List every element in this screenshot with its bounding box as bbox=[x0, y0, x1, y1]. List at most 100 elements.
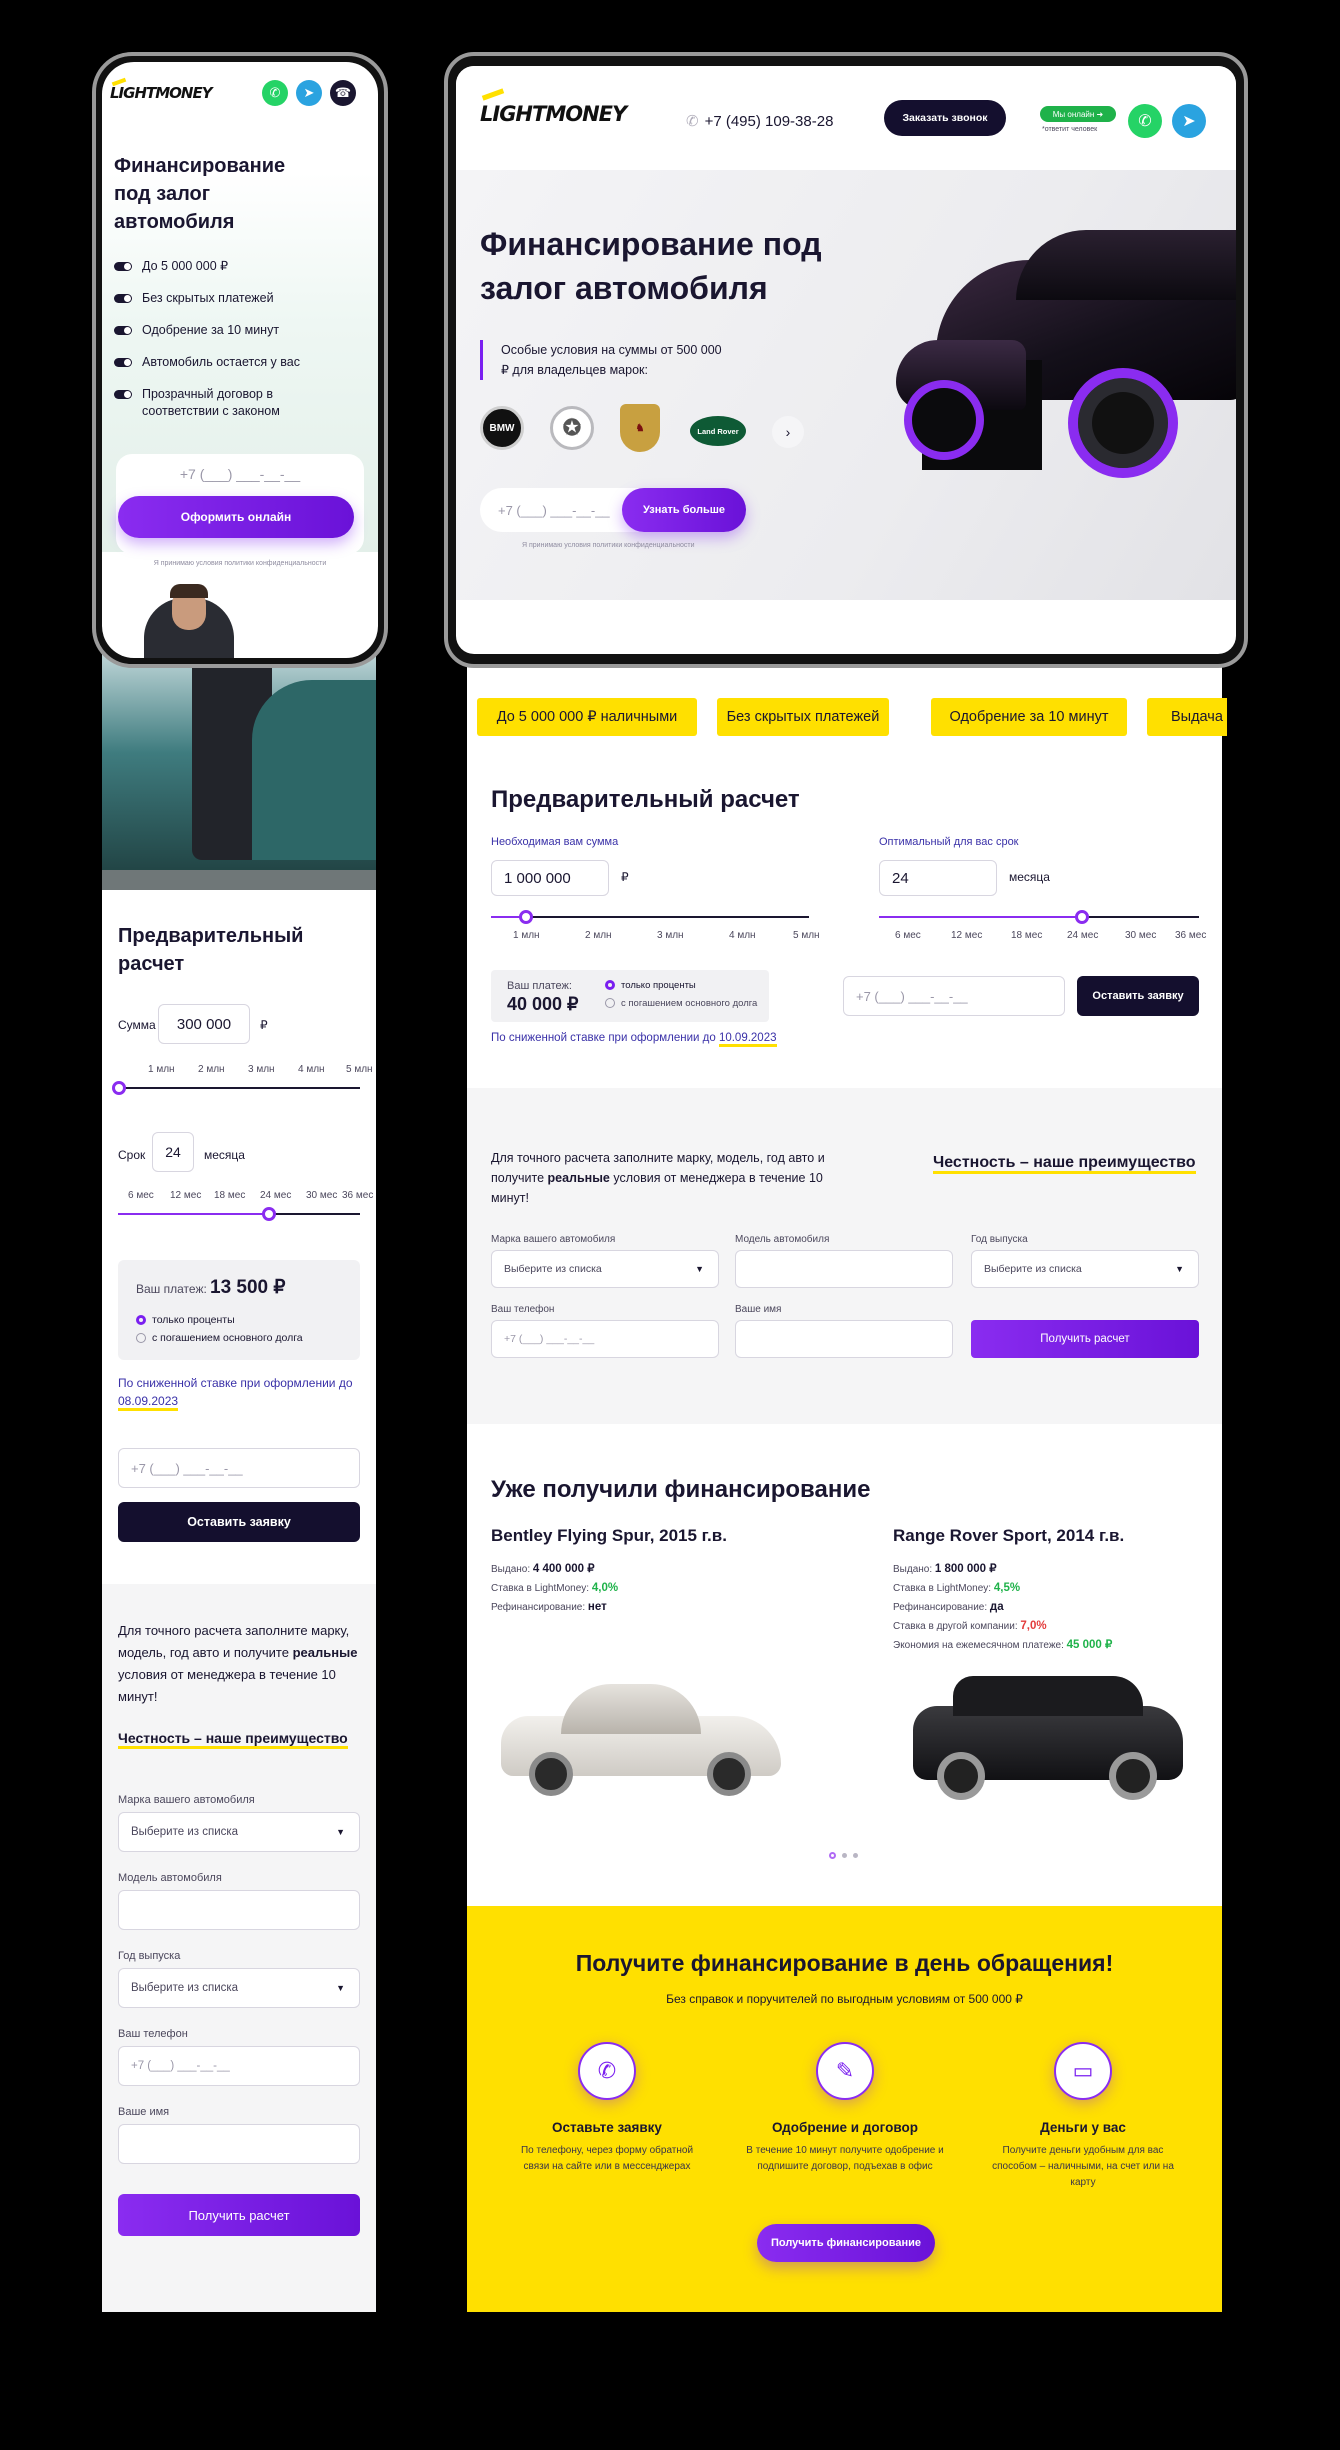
desktop-sum-slider-knob[interactable] bbox=[519, 910, 533, 924]
tablet-screen: LIGHTMONEY ✆ +7 (495) 109-38-28 Заказать … bbox=[456, 66, 1236, 654]
desktop-sum-currency: ₽ bbox=[621, 870, 629, 884]
desktop-submit-button[interactable]: Оставить заявку bbox=[1077, 976, 1199, 1016]
carousel-dots[interactable] bbox=[829, 1852, 858, 1859]
desktop-header: LIGHTMONEY ✆ +7 (495) 109-38-28 Заказать … bbox=[456, 66, 1236, 170]
desktop-term-ticks: 6 мес 12 мес 18 мес 24 мес 30 мес 36 мес bbox=[895, 930, 1207, 941]
mobile-sum-slider-track bbox=[118, 1087, 360, 1089]
desktop-hero: Финансирование под залог автомобиля Особ… bbox=[456, 170, 1236, 600]
mobile-sum-input[interactable]: 300 000 bbox=[158, 1004, 250, 1044]
mobile-feature-list: До 5 000 000 ₽ Без скрытых платежей Одоб… bbox=[114, 258, 364, 420]
toggle-icon bbox=[114, 326, 132, 335]
desktop-radio-principal[interactable]: с погашением основного долга bbox=[605, 998, 757, 1009]
desktop-tel-input[interactable]: +7 (___) ___-__-__ bbox=[491, 1320, 719, 1358]
desktop-sum-input[interactable]: 1 000 000 bbox=[491, 860, 609, 896]
mobile-term-ticks: 6 мес 12 мес 18 мес 24 мес 30 мес 36 мес bbox=[128, 1190, 374, 1201]
desktop-model-label: Модель автомобиля bbox=[735, 1234, 830, 1245]
step-item: ✎ Одобрение и договор В течение 10 минут… bbox=[725, 2042, 965, 2202]
phone-call-icon[interactable]: ☎ bbox=[330, 80, 356, 106]
desktop-hero-title: Финансирование под залог автомобиля bbox=[480, 226, 822, 306]
desktop-phone-number[interactable]: ✆ +7 (495) 109-38-28 bbox=[686, 112, 833, 130]
mobile-payment-box: Ваш платеж: 13 500 ₽ только проценты с п… bbox=[118, 1260, 360, 1360]
desktop-term-slider-fill bbox=[879, 916, 1083, 918]
porsche-logo[interactable]: ♞ bbox=[620, 404, 660, 452]
mobile-term-slider-track bbox=[268, 1213, 360, 1215]
desktop-hero-form: +7 (___) ___-__-__ Узнать больше bbox=[480, 488, 746, 532]
mobile-brand-select[interactable]: Выберите из списка bbox=[118, 1812, 360, 1852]
mobile-phone-input-2[interactable]: +7 (___) ___-__-__ bbox=[118, 1448, 360, 1488]
feature-chip: До 5 000 000 ₽ наличными bbox=[477, 698, 697, 736]
mobile-term-slider-fill bbox=[118, 1213, 268, 1215]
case-title: Range Rover Sport, 2014 г.в. bbox=[893, 1526, 1125, 1545]
step-item: ✆ Оставьте заявку По телефону, через фор… bbox=[487, 2042, 727, 2202]
cases-title: Уже получили финансирование bbox=[491, 1476, 871, 1503]
mobile-term-input[interactable]: 24 bbox=[152, 1132, 194, 1172]
phone-screen: LIGHTMONEY ✆ ➤ ☎ Финансирование под зало… bbox=[102, 62, 378, 658]
mobile-year-select[interactable]: Выберите из списка bbox=[118, 1968, 360, 2008]
desktop-payment-value: 40 000 ₽ bbox=[507, 994, 579, 1014]
mobile-sum-ticks: 1 млн 2 млн 3 млн 4 млн 5 млн bbox=[148, 1064, 373, 1075]
desktop-year-select[interactable]: Выберите из списка bbox=[971, 1250, 1199, 1288]
mobile-calc-title: Предварительный расчет bbox=[118, 925, 304, 975]
mobile-payment-value: 13 500 ₽ bbox=[210, 1277, 286, 1298]
desktop-sum-slider-track bbox=[527, 916, 809, 918]
desktop-calc-title: Предварительный расчет bbox=[491, 786, 800, 813]
mercedes-logo[interactable]: ✪ bbox=[550, 406, 594, 450]
mobile-term-slider-knob[interactable] bbox=[262, 1207, 276, 1221]
contract-sign-icon: ✎ bbox=[816, 2042, 874, 2100]
desktop-form-section: Для точного расчета заполните марку, мод… bbox=[467, 1088, 1222, 1424]
mobile-name-input[interactable] bbox=[118, 2124, 360, 2164]
chevron-right-icon[interactable]: › bbox=[772, 416, 804, 448]
telegram-icon[interactable]: ➤ bbox=[1172, 104, 1206, 138]
mobile-policy-text: Я принимаю условия политики конфиденциал… bbox=[153, 560, 327, 567]
desktop-name-label: Ваше имя bbox=[735, 1304, 782, 1315]
desktop-term-slider-knob[interactable] bbox=[1075, 910, 1089, 924]
mobile-model-input[interactable] bbox=[118, 1890, 360, 1930]
telegram-icon[interactable]: ➤ bbox=[296, 80, 322, 106]
mobile-sum-slider-knob[interactable] bbox=[112, 1081, 126, 1095]
online-note: *ответит человек bbox=[1042, 126, 1098, 133]
whatsapp-icon[interactable]: ✆ bbox=[1128, 104, 1162, 138]
get-financing-button[interactable]: Получить финансирование bbox=[757, 2224, 935, 2262]
desktop-sum-label: Необходимая вам сумма bbox=[491, 836, 619, 848]
mobile-tel-label: Ваш телефон bbox=[118, 2028, 188, 2040]
mobile-honesty-heading: Честность – наше преимущество bbox=[118, 1730, 348, 1749]
mobile-apply-online-button[interactable]: Оформить онлайн bbox=[118, 496, 354, 538]
bmw-logo[interactable]: BMW bbox=[480, 406, 524, 450]
mobile-page-continuation: Предварительный расчет Сумма 300 000 ₽ 1… bbox=[102, 620, 376, 2312]
learn-more-button[interactable]: Узнать больше bbox=[622, 488, 746, 532]
mobile-year-label: Год выпуска bbox=[118, 1950, 181, 1962]
mockup-canvas: Предварительный расчет Сумма 300 000 ₽ 1… bbox=[0, 0, 1340, 2450]
mobile-phone-input[interactable]: +7 (___) ___-__-__ bbox=[116, 466, 364, 482]
desktop-hero-phone-input[interactable]: +7 (___) ___-__-__ bbox=[498, 503, 610, 518]
mobile-get-calc-button[interactable]: Получить расчет bbox=[118, 2194, 360, 2236]
mobile-lead-form: +7 (___) ___-__-__ Оформить онлайн bbox=[116, 454, 364, 554]
mobile-brand-label: Марка вашего автомобиля bbox=[118, 1794, 255, 1806]
desktop-model-input[interactable] bbox=[735, 1250, 953, 1288]
phone-icon: ✆ bbox=[686, 113, 699, 130]
call-order-button[interactable]: Заказать звонок bbox=[884, 100, 1006, 136]
desktop-rate-note: По сниженной ставке при оформлении до 10… bbox=[491, 1032, 777, 1047]
land-rover-logo[interactable]: Land Rover bbox=[690, 416, 746, 446]
feature-chip: Одобрение за 10 минут bbox=[931, 698, 1127, 736]
mercedes-gle-car-image bbox=[896, 210, 1236, 500]
bentley-car-image bbox=[501, 1666, 781, 1806]
desktop-name-input[interactable] bbox=[735, 1320, 953, 1358]
mobile-sum-label: Сумма bbox=[118, 1018, 156, 1032]
desktop-term-input[interactable]: 24 bbox=[879, 860, 997, 896]
desktop-get-calc-button[interactable]: Получить расчет bbox=[971, 1320, 1199, 1358]
mobile-sum-currency: ₽ bbox=[260, 1018, 268, 1032]
mobile-radio-interest[interactable]: только проценты bbox=[136, 1314, 235, 1326]
mobile-form-section: Для точного расчета заполните марку, мод… bbox=[102, 1584, 376, 2312]
desktop-term-slider-track bbox=[1083, 916, 1199, 918]
mobile-radio-principal[interactable]: с погашением основного долга bbox=[136, 1332, 303, 1344]
desktop-radio-interest[interactable]: только проценты bbox=[605, 980, 696, 991]
desktop-term-label: Оптимальный для вас срок bbox=[879, 836, 1019, 848]
feature-item: Прозрачный договор в соответствии с зако… bbox=[114, 386, 294, 420]
desktop-calc-phone-input[interactable]: +7 (___) ___-__-__ bbox=[843, 976, 1065, 1016]
feature-chip: Без скрытых платежей bbox=[717, 698, 889, 736]
desktop-brand-select[interactable]: Выберите из списка bbox=[491, 1250, 719, 1288]
cta-section: Получите финансирование в день обращения… bbox=[467, 1906, 1222, 2312]
mobile-tel-input[interactable]: +7 (___) ___-__-__ bbox=[118, 2046, 360, 2086]
whatsapp-icon[interactable]: ✆ bbox=[262, 80, 288, 106]
mobile-submit-button[interactable]: Оставить заявку bbox=[118, 1502, 360, 1542]
